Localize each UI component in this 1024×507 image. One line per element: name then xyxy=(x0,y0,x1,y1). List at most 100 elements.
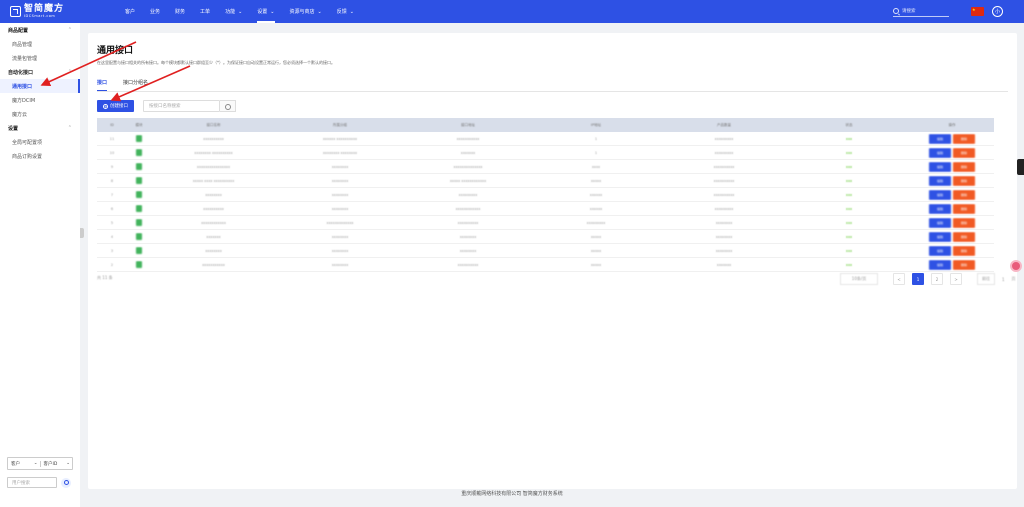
column-header-8: 操作 xyxy=(948,122,956,127)
sidebar-item-1-2[interactable]: 魔方云 xyxy=(0,107,80,121)
sidebar-group-0[interactable]: 商品配置 ⌃ xyxy=(0,23,80,37)
table-cell: xxxxxxxx xyxy=(205,192,222,197)
table-cell: xxxxxxxx xyxy=(715,234,733,239)
prev-page-button[interactable]: < xyxy=(893,273,905,285)
sidebar-item-1-1[interactable]: 魔方DCIM xyxy=(0,93,80,107)
nav-item-5[interactable]: 设置 ⌄ xyxy=(257,0,275,23)
page-size-select[interactable]: 10条/页 xyxy=(840,273,878,285)
edit-button[interactable]: 编辑 xyxy=(929,175,951,186)
nav-item-0[interactable]: 客户 xyxy=(125,0,135,23)
delete-button[interactable]: 删除 xyxy=(953,161,975,172)
delete-button[interactable]: 删除 xyxy=(953,259,975,270)
delete-button[interactable]: 删除 xyxy=(953,189,975,200)
sidebar-group-2[interactable]: 设置 ⌃ xyxy=(0,121,80,135)
global-search[interactable]: 请搜索 xyxy=(893,6,949,17)
sidebar-group-1[interactable]: 自动化接口 ⌃ xyxy=(0,65,80,79)
chevron-down-icon: ⌄ xyxy=(270,8,275,15)
language-flag-icon[interactable] xyxy=(971,7,984,16)
table-cell: xxx xyxy=(845,164,853,169)
table-cell: xxxxxxxx xyxy=(459,234,477,239)
tab-interfaces[interactable]: 接口 xyxy=(97,79,108,91)
nav-item-1[interactable]: 业务 xyxy=(150,0,160,23)
table-cell: 5 xyxy=(110,220,114,225)
nav-item-4[interactable]: 功能 ⌄ xyxy=(225,0,242,23)
module-icon xyxy=(136,260,142,268)
page-button-1[interactable]: 1 xyxy=(912,273,924,285)
nav-item-6[interactable]: 资源与商店 ⌄ xyxy=(290,0,322,23)
edit-button[interactable]: 编辑 xyxy=(929,217,951,228)
edit-button[interactable]: 编辑 xyxy=(929,189,951,200)
user-search-input[interactable]: 用户搜索 xyxy=(7,477,57,488)
delete-button[interactable]: 删除 xyxy=(953,217,975,228)
delete-button[interactable]: 删除 xyxy=(953,147,975,158)
sidebar-item-0-1[interactable]: 流量包管理 xyxy=(0,51,80,65)
delete-button[interactable]: 删除 xyxy=(953,231,975,242)
sidebar-item-2-0[interactable]: 全局可配置项 xyxy=(0,135,80,149)
edit-button[interactable]: 编辑 xyxy=(929,245,951,256)
table-cell: xxx xyxy=(845,206,853,211)
table-cell: 1 xyxy=(594,150,598,155)
user-search-button[interactable] xyxy=(61,477,71,488)
goto-page-input[interactable]: 1 xyxy=(1002,277,1005,282)
chevron-up-icon: ⌃ xyxy=(67,69,72,75)
create-interface-button[interactable]: + 创建接口 xyxy=(97,100,134,112)
delete-button[interactable]: 删除 xyxy=(953,133,975,144)
edit-button[interactable]: 编辑 xyxy=(929,147,951,158)
table-cell: xxxxxx xxxxxxxxxx xyxy=(322,136,358,141)
sidebar-item-2-1[interactable]: 商品订购设置 xyxy=(0,149,80,163)
interface-search-input[interactable]: 按接口名称搜索 xyxy=(143,100,220,112)
sidebar-item-1-0[interactable]: 通用接口 xyxy=(0,79,80,93)
chevron-down-icon: ⌄ xyxy=(317,8,322,15)
filter-field-select[interactable]: 客户ID ⌄ xyxy=(39,460,73,467)
table-row: 9 xxxxxxxxxxxxxxxx xxxxxxxx xxxxxxxxxxxxxx x… xyxy=(97,160,994,174)
table-cell: xxxxxxxxxx xyxy=(713,178,735,183)
tabs: 接口 接口分组名 xyxy=(97,79,164,91)
module-cell xyxy=(127,204,151,213)
search-button[interactable] xyxy=(220,100,236,112)
delete-button[interactable]: 删除 xyxy=(953,245,975,256)
side-float-tab[interactable] xyxy=(1017,159,1024,175)
brand-logo[interactable]: 智简魔方 IDCSmart.com xyxy=(0,4,110,19)
table-cell: xxxxxxxx xxxxxxxxxx xyxy=(194,150,233,155)
column-header-1: 模块 xyxy=(135,122,143,127)
user-avatar[interactable]: 小 xyxy=(992,6,1003,17)
table-cell: xxxxxxxx xyxy=(331,178,349,183)
nav-item-2[interactable]: 财务 xyxy=(175,0,185,23)
delete-button[interactable]: 删除 xyxy=(953,175,975,186)
edit-button[interactable]: 编辑 xyxy=(929,203,951,214)
sidebar-collapse-handle[interactable] xyxy=(80,228,84,238)
sidebar-item-0-0[interactable]: 商品管理 xyxy=(0,37,80,51)
edit-button[interactable]: 编辑 xyxy=(929,259,951,270)
column-header-0[interactable]: ID xyxy=(97,123,127,127)
table-cell: xxx xyxy=(845,178,853,183)
page-unit-label: 页 xyxy=(1011,276,1016,281)
module-icon xyxy=(136,218,142,226)
column-header-3: 所属分组 xyxy=(333,122,347,127)
main-nav: 客户 业务 财务 工单 功能 ⌄ 设置 ⌄ 资源与商店 ⌄ 反馈 ⌄ xyxy=(125,0,369,23)
table-cell: xxx xyxy=(845,220,853,225)
actions-cell: 编辑 删除 xyxy=(910,203,994,214)
main-content-card: 通用接口 在这里配置与接口相关的所有接口。每个模块都默认接口群组至少（*）。为保… xyxy=(88,33,1017,489)
table-cell: 9 xyxy=(110,164,114,169)
delete-button[interactable]: 删除 xyxy=(953,203,975,214)
edit-button[interactable]: 编辑 xyxy=(929,231,951,242)
table-cell: xxx xyxy=(845,150,853,155)
tab-interface-groups[interactable]: 接口分组名 xyxy=(123,79,148,90)
edit-button[interactable]: 编辑 xyxy=(929,133,951,144)
nav-item-3[interactable]: 工单 xyxy=(200,0,210,23)
table-cell: 11 xyxy=(109,136,115,141)
floating-assistant-icon[interactable] xyxy=(1010,260,1022,272)
next-page-button[interactable]: > xyxy=(950,273,962,285)
column-header-6[interactable]: 产品数量 xyxy=(660,123,788,128)
edit-button[interactable]: 编辑 xyxy=(929,161,951,172)
table-row: 4 xxxxxxx xxxxxxxx xxxxxxxx xxxxx xxxxxxxx xxx… xyxy=(97,230,994,244)
table-cell: xxxxxxx xyxy=(206,234,221,239)
table-toolbar: + 创建接口 按接口名称搜索 xyxy=(97,100,236,112)
table-cell: xxxxxxxxxxxxx xyxy=(326,220,354,225)
table-cell: xxx xyxy=(845,136,853,141)
nav-item-7[interactable]: 反馈 ⌄ xyxy=(337,0,354,23)
module-cell xyxy=(127,134,151,143)
page-button-2[interactable]: 2 xyxy=(931,273,943,285)
filter-type-select[interactable]: 客户 ⌄ xyxy=(8,461,40,467)
search-icon xyxy=(893,8,899,14)
